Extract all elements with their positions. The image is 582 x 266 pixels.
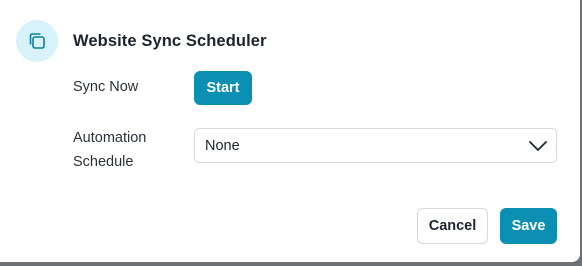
schedule-selected-value: None [205,137,240,154]
cancel-button[interactable]: Cancel [417,208,488,244]
save-button[interactable]: Save [500,208,557,244]
copy-icon [16,20,58,62]
chevron-down-icon [528,137,548,160]
start-button[interactable]: Start [194,71,252,105]
dialog-title: Website Sync Scheduler [73,32,267,50]
sync-scheduler-dialog: Website Sync Scheduler Sync Now Start Au… [0,0,580,262]
automation-schedule-label: Automation Schedule [73,126,173,174]
automation-label-line2: Schedule [73,154,134,170]
automation-label-line1: Automation [73,130,147,146]
automation-schedule-select[interactable]: None [194,128,557,163]
sync-now-label: Sync Now [73,79,139,95]
